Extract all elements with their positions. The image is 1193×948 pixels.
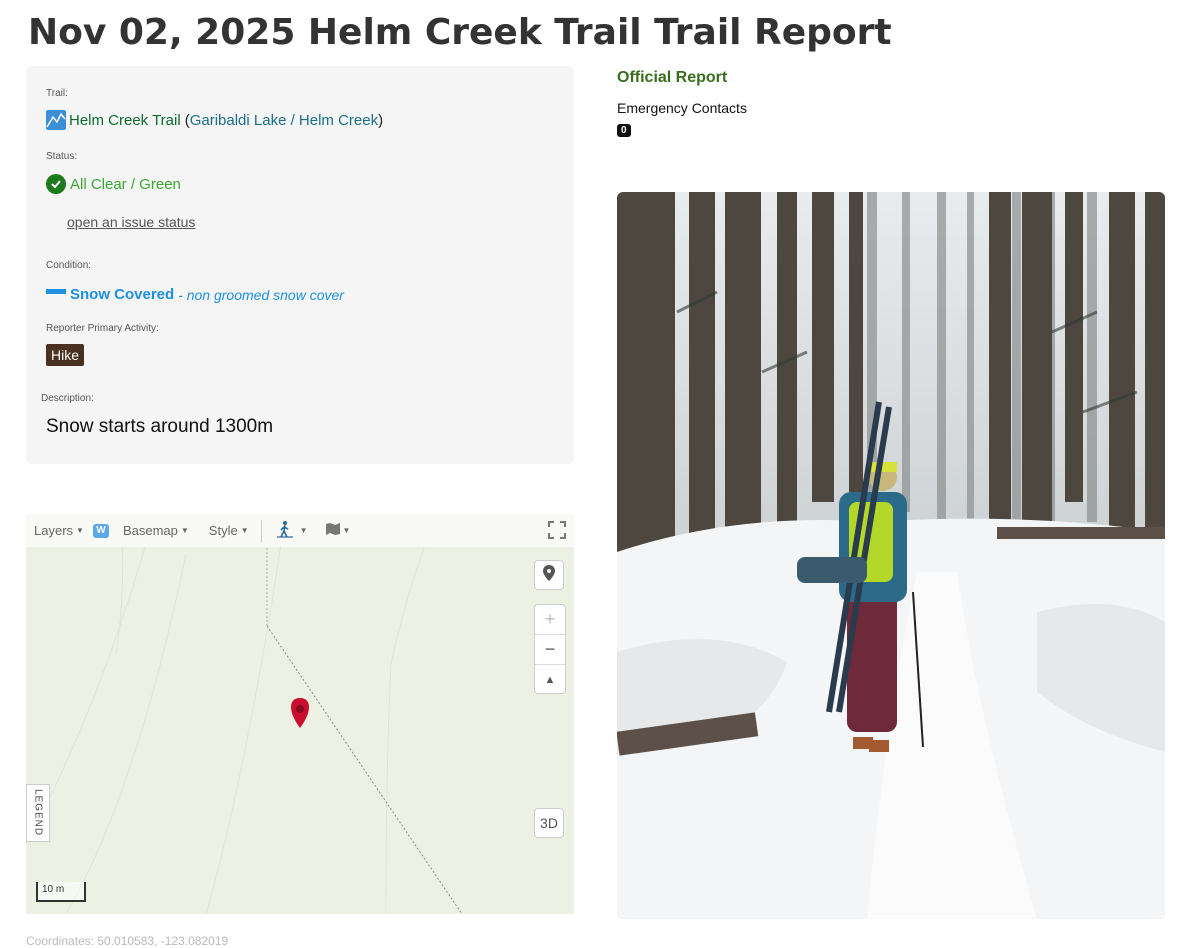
map-view[interactable]: Layers ▼ W Basemap ▼ Style ▼ ▼ ▼ + − ▲ 3D: [26, 514, 574, 914]
location-pin-icon: [543, 564, 555, 586]
condition-detail: - non groomed snow cover: [178, 286, 344, 303]
trail-icon: [46, 110, 66, 130]
legend-tab[interactable]: LEGEND: [26, 784, 50, 842]
emergency-count-badge: 0: [617, 124, 631, 137]
scale-bar: 10 m: [36, 882, 86, 902]
condition-row: Snow Covered - non groomed snow cover: [46, 286, 344, 303]
compass-button[interactable]: ▲: [535, 664, 565, 694]
map-toolbar: Layers ▼ W Basemap ▼ Style ▼ ▼ ▼: [26, 514, 574, 547]
trail-photo[interactable]: [617, 192, 1165, 919]
trail-label: Trail:: [46, 88, 68, 99]
hiker-icon: [276, 520, 294, 541]
status-value: All Clear / Green: [70, 175, 181, 193]
condition-value: Snow Covered: [70, 286, 175, 303]
snow-bar-icon: [46, 289, 66, 294]
locate-button[interactable]: [534, 560, 564, 590]
status-row: All Clear / Green: [46, 174, 181, 194]
status-label: Status:: [46, 151, 78, 162]
trail-photo-illustration: [617, 192, 1165, 919]
3d-toggle-button[interactable]: 3D: [534, 808, 564, 838]
style-menu[interactable]: Style ▼: [209, 523, 249, 538]
basemap-menu[interactable]: Basemap ▼: [123, 523, 189, 538]
emergency-contacts-label: Emergency Contacts: [617, 100, 747, 116]
zoom-in-button[interactable]: +: [535, 605, 565, 634]
basemap-label: Basemap: [122, 523, 178, 538]
map-icon: [325, 523, 340, 538]
activity-badge: Hike: [46, 344, 85, 366]
coordinates-text: Coordinates: 50.010583, -123.082019: [26, 934, 229, 948]
style-label: Style: [208, 523, 238, 538]
zoom-out-button[interactable]: −: [535, 634, 565, 664]
trail-row: Helm Creek Trail (Garibaldi Lake / Helm …: [46, 110, 383, 130]
layers-menu[interactable]: Layers ▼: [34, 523, 84, 538]
paren-close: ): [378, 111, 384, 129]
toolbar-divider: [260, 519, 262, 542]
map-type-menu[interactable]: ▼: [325, 523, 350, 538]
open-issue-status-link[interactable]: open an issue status: [67, 214, 195, 230]
layers-badge: W: [92, 523, 109, 538]
trail-info-card: Trail: Helm Creek Trail (Garibaldi Lake …: [26, 66, 574, 464]
activity-filter-menu[interactable]: ▼: [276, 520, 308, 541]
activity-label: Reporter Primary Activity:: [46, 323, 159, 334]
official-report-heading: Official Report: [617, 69, 728, 86]
condition-label: Condition:: [46, 260, 92, 271]
page-title: Nov 02, 2025 Helm Creek Trail Trail Repo…: [28, 12, 892, 53]
description-label: Description:: [41, 393, 94, 404]
zoom-controls: + − ▲: [534, 604, 566, 694]
description-text: Snow starts around 1300m: [46, 416, 274, 437]
check-circle-icon: [46, 174, 66, 194]
fullscreen-icon[interactable]: [548, 521, 566, 542]
map-canvas[interactable]: [26, 514, 574, 914]
trail-area-link[interactable]: Garibaldi Lake / Helm Creek: [190, 112, 378, 129]
layers-label: Layers: [34, 523, 74, 538]
trail-name-link[interactable]: Helm Creek Trail: [69, 112, 181, 129]
